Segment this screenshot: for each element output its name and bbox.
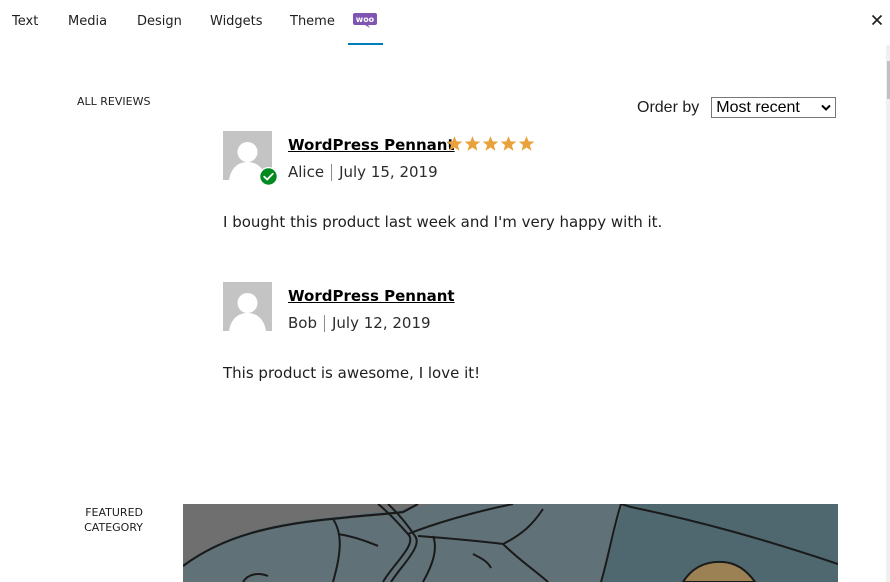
review-product-link[interactable]: WordPress Pennant (288, 136, 455, 154)
avatar (223, 282, 272, 331)
review-text: I bought this product last week and I'm … (223, 213, 663, 231)
all-reviews-label: ALL REVIEWS (77, 95, 151, 108)
review-author: Bob (288, 314, 317, 332)
star-icon (500, 136, 517, 151)
review-item: WordPress Pennant Alice July 15, 2019 I … (223, 131, 843, 241)
category-illustration (183, 504, 838, 582)
featured-category-label-line1: FEATURED (85, 506, 143, 519)
active-tab-indicator (348, 43, 383, 45)
review-text: This product is awesome, I love it! (223, 364, 481, 382)
review-date: July 12, 2019 (332, 314, 431, 332)
svg-text:woo: woo (356, 15, 375, 24)
order-by-selected-value: Most recent (716, 98, 800, 116)
tab-theme[interactable]: Theme (290, 14, 335, 29)
star-rating (446, 135, 535, 152)
review-item: WordPress Pennant Bob July 12, 2019 This… (223, 282, 843, 392)
scrollbar[interactable] (886, 45, 890, 582)
star-icon (518, 136, 535, 151)
verified-owner-icon (259, 167, 278, 186)
review-meta: Bob July 12, 2019 (288, 314, 431, 332)
featured-category-label-line2: CATEGORY (84, 521, 143, 534)
order-by-label: Order by (637, 98, 700, 116)
star-icon (446, 136, 463, 151)
tab-text[interactable]: Text (12, 14, 38, 29)
featured-category-label: FEATURED CATEGORY (80, 505, 143, 535)
meta-separator (324, 314, 325, 332)
order-by-select[interactable]: Most recent (711, 97, 837, 118)
review-meta: Alice July 15, 2019 (288, 163, 438, 181)
woocommerce-logo-icon: woo (353, 13, 377, 28)
meta-separator (331, 163, 333, 181)
star-icon (464, 136, 481, 151)
block-category-tabs: Text Media Design Widgets Theme woo (0, 0, 890, 46)
tab-woocommerce[interactable]: woo (348, 0, 383, 45)
tab-design[interactable]: Design (137, 14, 182, 29)
review-date: July 15, 2019 (339, 163, 438, 181)
review-product-link[interactable]: WordPress Pennant (288, 287, 455, 305)
tab-widgets[interactable]: Widgets (210, 14, 263, 29)
review-author: Alice (288, 163, 325, 181)
default-user-icon (229, 293, 266, 331)
chevron-down-icon (821, 104, 831, 111)
order-by-control: Order by Most recent (637, 97, 837, 118)
featured-category-image[interactable] (183, 504, 838, 582)
star-icon (482, 136, 499, 151)
close-icon[interactable] (869, 12, 885, 28)
tab-media[interactable]: Media (68, 14, 107, 29)
